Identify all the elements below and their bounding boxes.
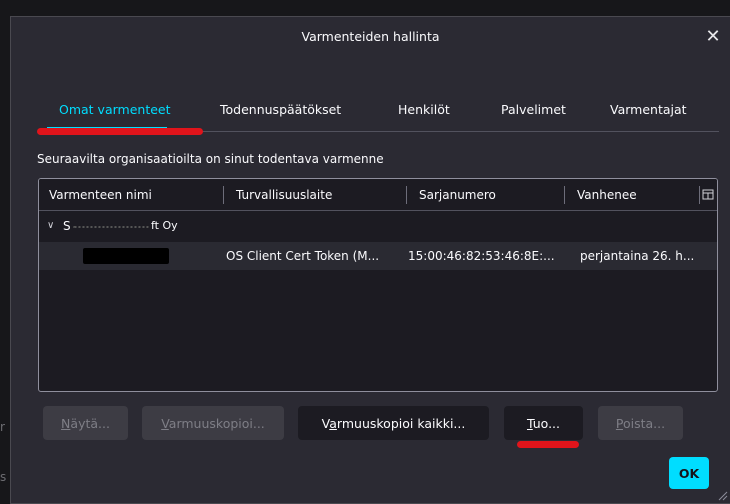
backup-button-label: Varmuuskopioi... — [161, 415, 265, 431]
group-label-tail: ft Oy — [151, 219, 178, 232]
tab-label: Todennuspäätökset — [220, 102, 342, 117]
column-header-expires[interactable]: Vanhenee — [567, 179, 697, 211]
certificate-manager-dialog: Varmenteiden hallinta ✕ Omat varmenteet … — [10, 16, 730, 504]
column-separator[interactable] — [223, 186, 224, 204]
close-icon[interactable]: ✕ — [702, 25, 724, 47]
red-annotation-underline — [517, 441, 579, 448]
view-button-label: Näytä... — [61, 415, 110, 431]
tab-strip: Omat varmenteet Todennuspäätökset Henkil… — [39, 101, 719, 131]
column-header-serial[interactable]: Sarjanumero — [409, 179, 564, 211]
tab-label: Henkilöt — [398, 102, 450, 117]
tab-authorities[interactable]: Varmentajat — [610, 101, 687, 129]
tab-label: Varmentajat — [610, 102, 687, 117]
cell-name — [39, 242, 223, 270]
redaction-mark — [73, 226, 149, 229]
ok-button-label: OK — [678, 465, 700, 481]
backup-all-button-label: Varmuuskopioi kaikki... — [321, 415, 466, 431]
tab-your-certificates[interactable]: Omat varmenteet — [47, 101, 171, 129]
dialog-titlebar: Varmenteiden hallinta ✕ — [11, 17, 730, 55]
tree-header: Varmenteen nimi Turvallisuuslaite Sarjan… — [39, 179, 717, 211]
column-header-name[interactable]: Varmenteen nimi — [39, 179, 223, 211]
tab-people[interactable]: Henkilöt — [398, 101, 450, 129]
ok-button[interactable]: OK — [669, 457, 709, 489]
tab-label: Palvelimet — [501, 102, 566, 117]
import-button-label: Tuo... — [526, 415, 561, 431]
table-row[interactable]: OS Client Cert Token (M... 15:00:46:82:5… — [39, 242, 717, 270]
chevron-down-icon[interactable]: ∨ — [47, 212, 54, 240]
certificates-caption: Seuraavilta organisaatioilta on sinut to… — [37, 152, 384, 166]
tab-servers[interactable]: Palvelimet — [501, 101, 566, 129]
import-button[interactable]: Tuo... — [504, 406, 583, 440]
column-header-device[interactable]: Turvallisuuslaite — [226, 179, 406, 211]
backdrop-fragment: r — [0, 420, 5, 434]
delete-button-label: Poista... — [615, 415, 666, 431]
cell-device: OS Client Cert Token (M... — [226, 249, 380, 263]
cell-serial: 15:00:46:82:53:46:8E:... — [408, 249, 555, 263]
resize-grip-icon[interactable] — [716, 489, 728, 501]
view-button[interactable]: Näytä... — [43, 406, 128, 440]
certificate-tree[interactable]: Varmenteen nimi Turvallisuuslaite Sarjan… — [38, 178, 718, 392]
tab-label: Omat varmenteet — [59, 102, 171, 117]
backup-button[interactable]: Varmuuskopioi... — [142, 406, 284, 440]
column-separator[interactable] — [406, 186, 407, 204]
tree-group-row[interactable]: ∨ S ft Oy — [39, 212, 717, 240]
delete-button[interactable]: Poista... — [598, 406, 683, 440]
backdrop-fragment: s — [0, 470, 7, 484]
backup-all-button[interactable]: Varmuuskopioi kaikki... — [298, 406, 489, 440]
column-separator[interactable] — [699, 186, 700, 204]
column-separator[interactable] — [564, 186, 565, 204]
group-label: S — [63, 219, 71, 233]
red-annotation-underline — [37, 128, 203, 135]
column-picker-icon[interactable] — [702, 188, 714, 201]
tab-authentication-decisions[interactable]: Todennuspäätökset — [220, 101, 341, 129]
cell-expires: perjantaina 26. h... — [580, 249, 695, 263]
dialog-title: Varmenteiden hallinta — [301, 28, 440, 44]
